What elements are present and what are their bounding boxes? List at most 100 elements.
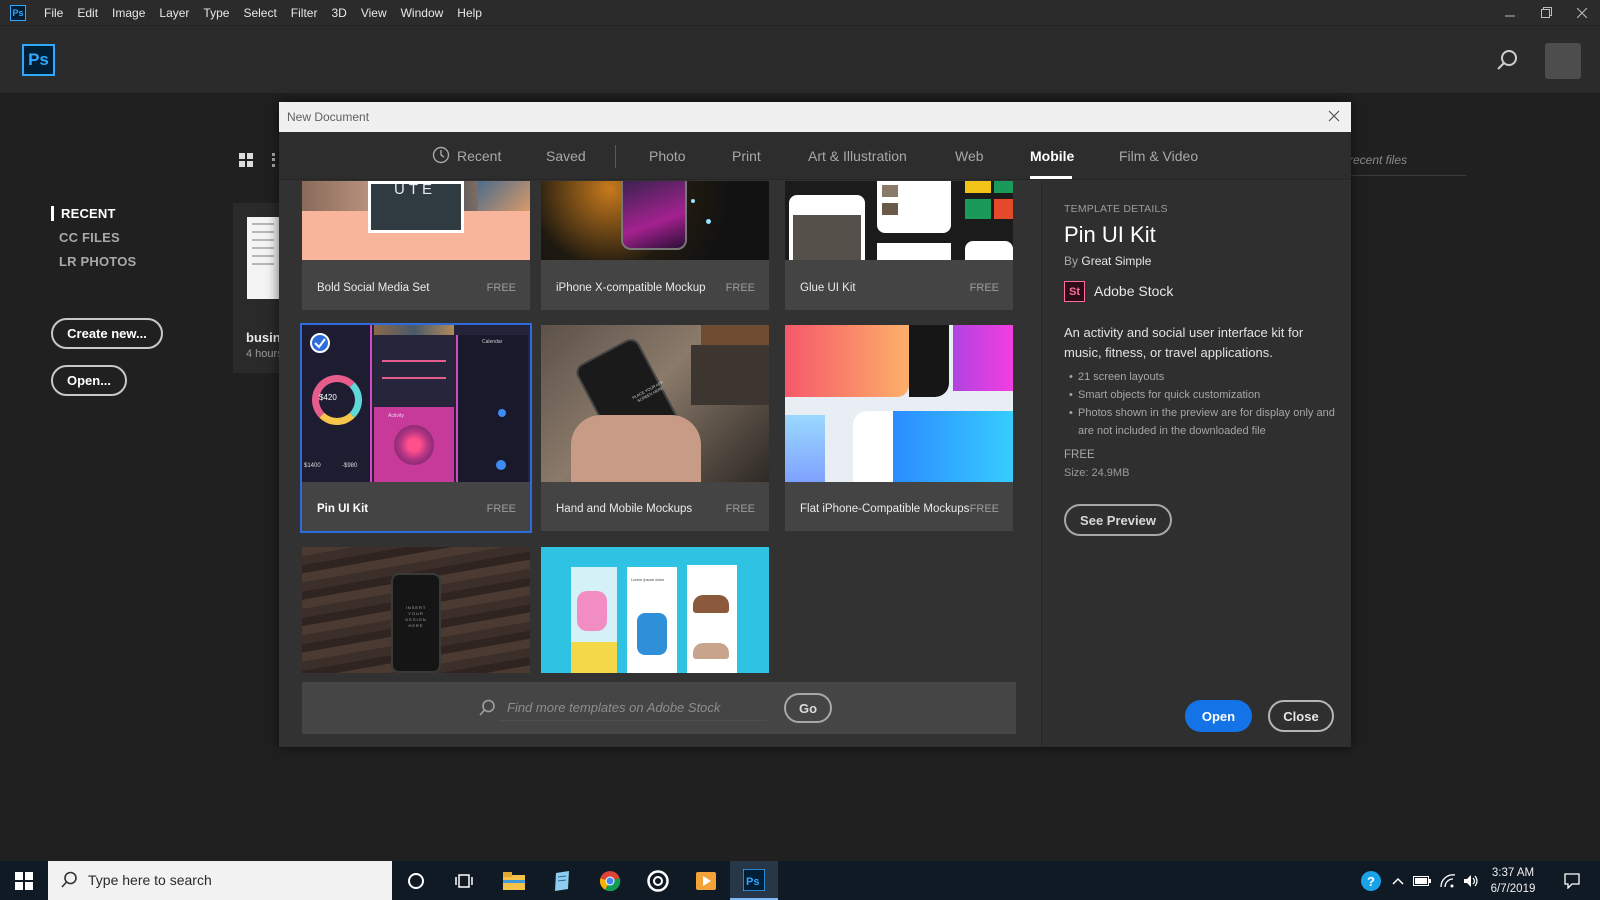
dialog-title-bar: New Document: [279, 102, 1351, 132]
file-explorer-icon[interactable]: [490, 861, 538, 900]
menu-view[interactable]: View: [361, 6, 387, 20]
template-price: FREE: [969, 282, 999, 294]
menu-bar: Ps File Edit Image Layer Type Select Fil…: [0, 0, 1600, 25]
recent-file-time: 4 hours ago: [246, 348, 279, 360]
template-card-wood-phone-mockup[interactable]: INSERT YOUR DESIGN HERE: [302, 547, 530, 673]
tab-film-video[interactable]: Film & Video: [1119, 148, 1198, 164]
author-prefix: By: [1064, 254, 1079, 268]
divider: [615, 145, 616, 168]
windows-taskbar: Type here to search Ps ? 3:37 AM 6/7/201…: [0, 861, 1600, 900]
windows-start-icon[interactable]: [0, 861, 48, 900]
video-player-icon[interactable]: [682, 861, 730, 900]
close-button[interactable]: Close: [1268, 700, 1334, 732]
menu-image[interactable]: Image: [112, 6, 145, 20]
template-card-pin-ui-kit[interactable]: $420 $1400 -$980 Activity Calendar Pin U…: [300, 323, 532, 533]
photoshop-icon[interactable]: Ps: [730, 861, 778, 900]
list-view-icon[interactable]: [272, 153, 276, 167]
active-tab-indicator: [1030, 176, 1072, 179]
template-thumbnail: [785, 325, 1013, 482]
menu-select[interactable]: Select: [243, 6, 276, 20]
photoshop-logo-icon: Ps: [10, 4, 26, 21]
chevron-up-icon[interactable]: [1388, 861, 1408, 900]
create-new-button[interactable]: Create new...: [51, 318, 163, 349]
menu-filter[interactable]: Filter: [291, 6, 318, 20]
nav-lr-photos[interactable]: LR PHOTOS: [51, 254, 136, 269]
search-icon[interactable]: [1495, 48, 1519, 72]
notepad-icon[interactable]: [538, 861, 586, 900]
menu-help[interactable]: Help: [457, 6, 482, 20]
menu-3d[interactable]: 3D: [331, 6, 346, 20]
menu-window[interactable]: Window: [401, 6, 444, 20]
template-card-glue-ui-kit[interactable]: Glue UI Kit FREE: [785, 181, 1013, 310]
menu-layer[interactable]: Layer: [159, 6, 189, 20]
close-window-icon[interactable]: [1564, 0, 1600, 25]
volume-icon[interactable]: [1460, 861, 1482, 900]
template-price: FREE: [1064, 449, 1095, 461]
template-gallery: UTE Bold Social Media Set FREE iPhone X-…: [279, 181, 1039, 673]
app-header: Ps: [0, 25, 1600, 93]
template-name: iPhone X-compatible Mockup: [556, 282, 706, 294]
template-card-shopping-ui[interactable]: Lorem ipsum dolor: [541, 547, 769, 673]
open-button[interactable]: Open: [1185, 700, 1252, 732]
search-icon: [478, 699, 496, 717]
menu-edit[interactable]: Edit: [77, 6, 98, 20]
tab-recent[interactable]: Recent: [457, 148, 501, 164]
template-thumbnail: INSERT YOUR DESIGN HERE: [302, 547, 530, 673]
template-name: Hand and Mobile Mockups: [556, 503, 693, 515]
stock-search-input[interactable]: [499, 695, 767, 721]
cortana-icon[interactable]: [392, 861, 440, 900]
avatar[interactable]: [1545, 43, 1581, 79]
template-thumbnail: Lorem ipsum dolor: [541, 547, 769, 673]
grid-view-icon[interactable]: [239, 153, 253, 167]
restore-icon[interactable]: [1528, 0, 1564, 25]
task-view-icon[interactable]: [440, 861, 488, 900]
recent-files-filter[interactable]: recent files: [1349, 153, 1407, 167]
template-price: FREE: [725, 503, 755, 515]
menu-file[interactable]: File: [44, 6, 63, 20]
template-card-hand-and-mobile-mockups[interactable]: PLACE YOUR APP SCREEN HERE Hand and Mobi…: [541, 325, 769, 531]
battery-icon[interactable]: [1410, 861, 1434, 900]
feature-item: Photos shown in the preview are for disp…: [1064, 404, 1344, 440]
tab-mobile[interactable]: Mobile: [1030, 148, 1074, 164]
home-nav: RECENT CC FILES LR PHOTOS: [51, 206, 136, 278]
wifi-icon[interactable]: [1436, 861, 1460, 900]
media-player-icon[interactable]: [634, 861, 682, 900]
open-file-button[interactable]: Open...: [51, 365, 127, 396]
clock-date: 6/7/2019: [1490, 883, 1536, 895]
help-icon[interactable]: ?: [1356, 861, 1386, 900]
see-preview-button[interactable]: See Preview: [1064, 504, 1172, 536]
taskbar-search-box[interactable]: Type here to search: [48, 861, 392, 900]
minimize-icon[interactable]: [1492, 0, 1528, 25]
thumbnail-caption: INSERT YOUR DESIGN HERE: [405, 605, 427, 628]
tab-art-illustration[interactable]: Art & Illustration: [808, 148, 907, 164]
template-name: Glue UI Kit: [800, 282, 856, 294]
system-clock[interactable]: 3:37 AM 6/7/2019: [1482, 865, 1544, 897]
template-price: FREE: [486, 503, 516, 515]
tab-saved[interactable]: Saved: [546, 148, 586, 164]
template-thumbnail: [785, 181, 1013, 260]
selected-check-icon: [310, 333, 330, 353]
tab-web[interactable]: Web: [955, 148, 984, 164]
stock-search-bar: Go: [302, 682, 1016, 734]
template-name: Pin UI Kit: [317, 503, 369, 515]
window-controls: [1492, 0, 1600, 25]
close-icon[interactable]: [1325, 107, 1343, 125]
template-details-panel: TEMPLATE DETAILS Pin UI Kit By Great Sim…: [1041, 181, 1351, 747]
tab-print[interactable]: Print: [732, 148, 761, 164]
chrome-icon[interactable]: [586, 861, 634, 900]
tab-photo[interactable]: Photo: [649, 148, 686, 164]
template-card-iphone-x-mockup[interactable]: iPhone X-compatible Mockup FREE: [541, 181, 769, 310]
notifications-icon[interactable]: [1556, 861, 1588, 900]
template-card-bold-social-media-set[interactable]: UTE Bold Social Media Set FREE: [302, 181, 530, 310]
thumbnail-amount-b: -$980: [342, 463, 358, 469]
template-description: An activity and social user interface ki…: [1064, 325, 1304, 360]
nav-cc-files[interactable]: CC FILES: [51, 230, 136, 245]
menu-type[interactable]: Type: [203, 6, 229, 20]
template-card-flat-iphone-mockups[interactable]: Flat iPhone-Compatible Mockups FREE: [785, 325, 1013, 531]
search-icon: [60, 871, 78, 889]
feature-item: 21 screen layouts: [1064, 368, 1344, 386]
go-button[interactable]: Go: [784, 693, 832, 723]
photoshop-home-logo[interactable]: Ps: [22, 44, 55, 76]
nav-recent[interactable]: RECENT: [51, 206, 136, 221]
template-name: Flat iPhone-Compatible Mockups: [800, 503, 970, 515]
